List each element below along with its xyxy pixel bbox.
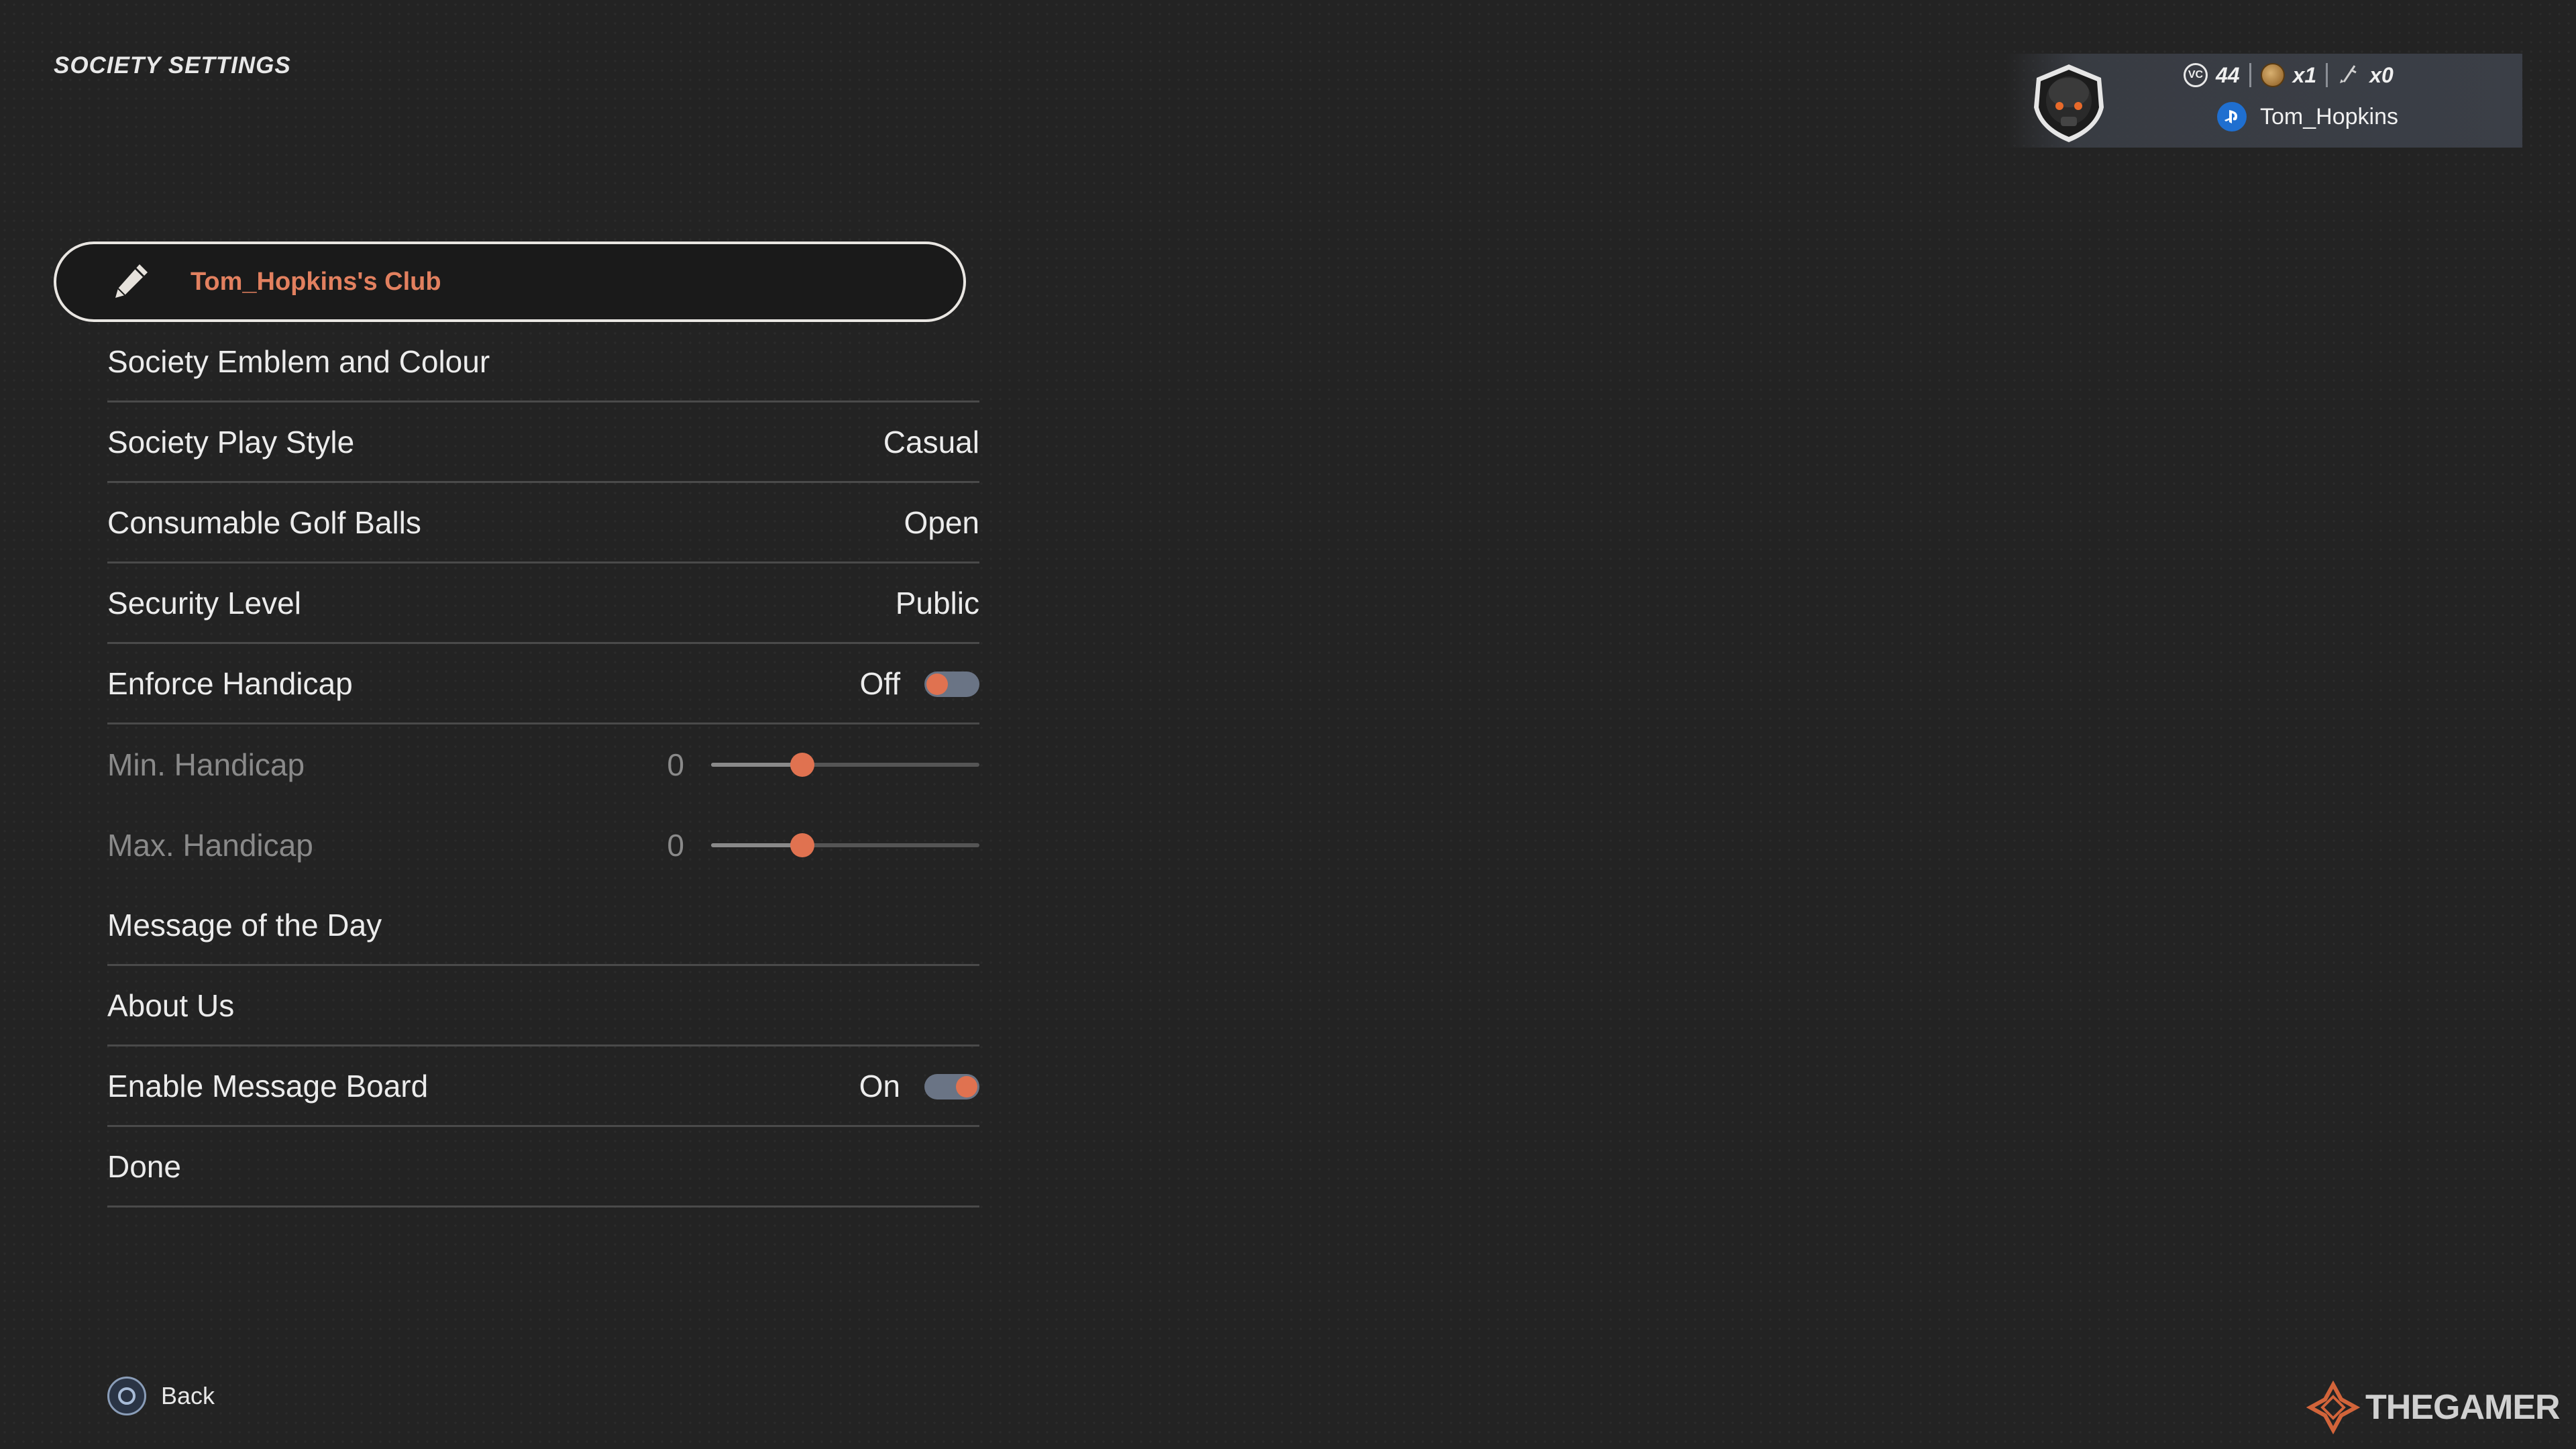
menu-item-label: Enforce Handicap: [107, 665, 353, 701]
menu-item-label: Security Level: [107, 585, 301, 621]
username: Tom_Hopkins: [2260, 103, 2398, 129]
vc-icon: VC: [2184, 63, 2208, 87]
club-count: x0: [2369, 62, 2394, 87]
max-handicap-slider[interactable]: [711, 833, 979, 857]
menu-item-emblem-colour[interactable]: Society Emblem and Colour: [107, 322, 979, 402]
playstation-icon: [2217, 102, 2247, 131]
watermark-text: THEGAMER: [2365, 1388, 2561, 1427]
pencil-icon: [115, 264, 148, 298]
menu-item-label: Enable Message Board: [107, 1068, 429, 1104]
menu-item-label: Society Play Style: [107, 424, 355, 460]
toggle-state-text: Off: [859, 665, 900, 701]
back-label: Back: [161, 1382, 215, 1409]
coin-icon: [2260, 63, 2285, 87]
page-title: SOCIETY SETTINGS: [54, 52, 291, 78]
slider-value: 0: [667, 747, 684, 782]
menu-item-label: Min. Handicap: [107, 747, 305, 782]
club-name: Tom_Hopkins's Club: [191, 267, 441, 296]
vc-amount: 44: [2216, 62, 2240, 87]
menu-item-value: Public: [895, 585, 979, 621]
settings-menu: Tom_Hopkins's Club Society Emblem and Co…: [54, 241, 979, 1208]
menu-item-done[interactable]: Done: [107, 1127, 979, 1208]
menu-item-label: Max. Handicap: [107, 828, 313, 863]
club-icon: [2340, 65, 2357, 83]
slider-fill: [711, 843, 802, 847]
back-button[interactable]: Back: [107, 1377, 215, 1415]
menu-item-security-level[interactable]: Security Level Public: [107, 564, 979, 644]
divider: [2249, 63, 2251, 87]
menu-item-label: About Us: [107, 987, 235, 1023]
menu-item-max-handicap: Max. Handicap 0: [107, 805, 979, 885]
thegamer-logo-icon: [2306, 1381, 2360, 1434]
menu-item-label: Done: [107, 1148, 181, 1184]
toggle-knob: [956, 1076, 977, 1097]
toggle-state-text: On: [859, 1068, 900, 1104]
slider-value: 0: [667, 828, 684, 863]
menu-item-value: Casual: [883, 424, 979, 460]
divider: [2326, 63, 2328, 87]
menu-item-label: Society Emblem and Colour: [107, 343, 490, 379]
menu-item-message-of-day[interactable]: Message of the Day: [107, 885, 979, 966]
enforce-handicap-toggle[interactable]: [924, 672, 979, 697]
coin-count: x1: [2292, 62, 2317, 87]
club-name-field[interactable]: Tom_Hopkins's Club: [54, 241, 966, 322]
menu-item-label: Message of the Day: [107, 907, 382, 943]
avatar-helmet-icon: [2034, 64, 2104, 142]
menu-item-message-board[interactable]: Enable Message Board On: [107, 1046, 979, 1127]
menu-item-about-us[interactable]: About Us: [107, 966, 979, 1046]
slider-fill: [711, 763, 802, 767]
message-board-toggle[interactable]: [924, 1074, 979, 1099]
toggle-knob: [926, 674, 948, 695]
menu-item-play-style[interactable]: Society Play Style Casual: [107, 402, 979, 483]
watermark: THEGAMER: [2306, 1381, 2561, 1434]
menu-item-enforce-handicap[interactable]: Enforce Handicap Off: [107, 644, 979, 724]
slider-thumb[interactable]: [790, 833, 814, 857]
slider-thumb[interactable]: [790, 753, 814, 777]
menu-item-label: Consumable Golf Balls: [107, 504, 421, 540]
menu-item-value: Open: [904, 504, 979, 540]
circle-button-icon: [107, 1377, 146, 1415]
menu-item-min-handicap: Min. Handicap 0: [107, 724, 979, 805]
menu-item-golf-balls[interactable]: Consumable Golf Balls Open: [107, 483, 979, 564]
min-handicap-slider[interactable]: [711, 753, 979, 777]
profile-panel: VC 44 x1 x0 Tom_Hopkins: [2006, 54, 2522, 148]
